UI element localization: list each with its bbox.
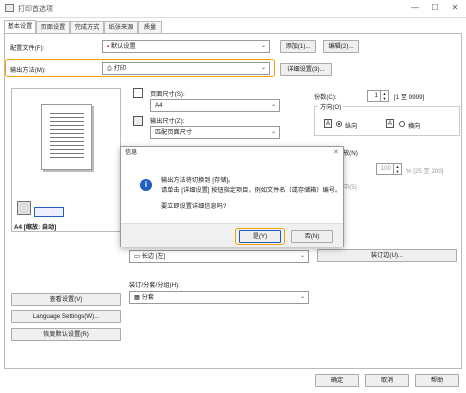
- copies-spinner[interactable]: 1 ▲ ▼: [367, 90, 389, 102]
- output-size-value: 匹配页面尺寸: [155, 129, 193, 136]
- chevron-down-icon: ⌄: [270, 102, 276, 108]
- output-size-label: 输出尺寸(Z):: [150, 118, 185, 125]
- portrait-label: 纵向: [345, 123, 358, 130]
- store-icon: ⎙: [107, 65, 112, 72]
- restore-defaults-button[interactable]: 恢复默认设置(R): [11, 328, 121, 341]
- add-profile-button[interactable]: 添加(1)...: [280, 40, 316, 53]
- scaling-sub: 中(5): [343, 184, 357, 191]
- binding-margin-button[interactable]: 装订边(U)...: [317, 249, 457, 262]
- dialog-close-icon[interactable]: ✕: [333, 148, 339, 156]
- output-method-label: 输出方法(M):: [10, 67, 46, 74]
- copies-icon: [17, 201, 31, 215]
- staple-label: 装订/分套/分组(H):: [129, 282, 180, 289]
- page-size-label: 页面尺寸(S):: [150, 91, 185, 98]
- tab-finishing[interactable]: 完成方式: [70, 21, 104, 33]
- ok-button[interactable]: 确定: [315, 374, 359, 387]
- output-method-value: 打印: [113, 65, 127, 72]
- dialog-line2: 请单击 [详细设置] 按钮指定项目，例如文件名（或存储箱）编号。: [161, 187, 342, 194]
- collate-icon: ▦: [134, 294, 140, 301]
- close-button[interactable]: ✕: [448, 2, 462, 14]
- output-method-select[interactable]: ⎙ 打印 ⌄: [102, 62, 270, 75]
- portrait-radio[interactable]: [336, 121, 342, 127]
- tab-quality[interactable]: 质量: [138, 21, 162, 33]
- chevron-down-icon: ⌄: [270, 129, 276, 135]
- landscape-icon: A: [386, 119, 394, 128]
- output-size-icon: [133, 116, 143, 126]
- page-size-value: A4: [155, 102, 163, 109]
- binding-value: 长边 [左]: [141, 253, 166, 260]
- info-icon: i: [140, 179, 152, 191]
- chevron-down-icon: ⌄: [260, 65, 266, 71]
- tab-basic[interactable]: 基本设置: [4, 20, 36, 33]
- landscape-label: 横向: [408, 123, 421, 130]
- chevron-down-icon: ⌄: [260, 43, 266, 49]
- dialog-title: 信息: [125, 149, 138, 156]
- output-size-select[interactable]: 匹配页面尺寸 ⌄: [150, 126, 280, 139]
- minimize-button[interactable]: —: [408, 2, 422, 14]
- title-bar: 打印首选项 — ☐ ✕: [0, 0, 466, 18]
- profile-label: 配置文件(F):: [10, 45, 45, 52]
- orientation-label: 方向(O): [318, 102, 344, 111]
- scaling-label: 放(N): [343, 150, 358, 157]
- copies-label: 份数(C):: [314, 94, 337, 101]
- yes-button[interactable]: 是(Y): [239, 230, 281, 243]
- spinner-arrows-icon[interactable]: ▲ ▼: [393, 164, 401, 174]
- scaling-value: 100: [380, 165, 391, 172]
- scaling-range: % [25 至 200]: [406, 168, 444, 175]
- profile-value: 默认设置: [110, 43, 136, 50]
- page-preview: [41, 104, 92, 170]
- dialog-line1: 输出方法将切换到 [存储]。: [161, 177, 235, 184]
- binding-select[interactable]: ▭ 长边 [左] ⌄: [129, 250, 309, 263]
- chevron-down-icon: ⌄: [299, 294, 305, 300]
- tab-page-setup[interactable]: 页面设置: [36, 21, 70, 33]
- layout-icon: [34, 207, 64, 217]
- copies-value: 1: [374, 92, 378, 99]
- staple-value: 分套: [141, 294, 154, 301]
- preview-caption: A4 [缩放: 自动]: [14, 224, 57, 231]
- profile-select[interactable]: ▪ 默认设置 ⌄: [102, 40, 270, 53]
- spinner-arrows-icon[interactable]: ▲ ▼: [380, 91, 388, 101]
- maximize-button[interactable]: ☐: [428, 2, 442, 14]
- dialog-footer: 是(Y) 否(N): [121, 223, 343, 247]
- profile-icon: ▪: [107, 43, 110, 50]
- page-size-icon: [133, 88, 143, 98]
- view-settings-button[interactable]: 查看设置(V): [11, 293, 121, 306]
- landscape-radio[interactable]: [399, 121, 405, 127]
- copies-range: [1 至 9999]: [394, 94, 425, 101]
- binding-icon: ▭: [134, 253, 140, 260]
- edit-profile-button[interactable]: 编辑(2)...: [323, 40, 359, 53]
- detail-settings-button[interactable]: 详细设置(3)...: [280, 63, 332, 76]
- window-title: 打印首选项: [18, 6, 53, 13]
- preview-box: A4 [缩放: 自动]: [11, 88, 121, 232]
- tab-paper-source[interactable]: 纸张来源: [104, 21, 138, 33]
- staple-select[interactable]: ▦ 分套 ⌄: [129, 291, 309, 304]
- help-button[interactable]: 帮助: [415, 374, 459, 387]
- page-size-select[interactable]: A4 ⌄: [150, 99, 280, 112]
- no-button[interactable]: 否(N): [291, 230, 333, 243]
- scaling-spinner[interactable]: 100 ▲ ▼: [376, 163, 402, 175]
- chevron-down-icon: ⌄: [299, 253, 305, 259]
- cancel-button[interactable]: 取消: [365, 374, 409, 387]
- printer-icon: [5, 4, 14, 12]
- info-dialog: 信息 ✕ i 输出方法将切换到 [存储]。 请单击 [详细设置] 按钮指定项目，…: [120, 146, 344, 247]
- portrait-icon: A: [324, 119, 332, 128]
- dialog-line3: 要立即设置详细信息吗?: [161, 203, 227, 210]
- language-settings-button[interactable]: Language Settings(W)...: [11, 310, 121, 323]
